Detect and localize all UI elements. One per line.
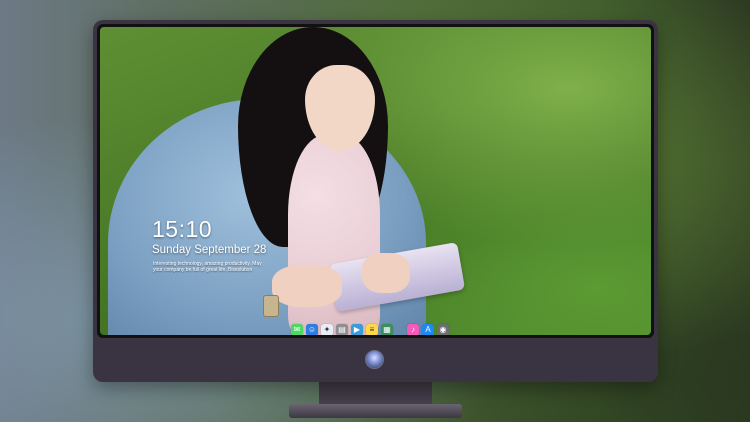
lock-message-line: your company be full of great life. Biss…	[153, 267, 253, 273]
monitor-stand-base	[289, 404, 462, 418]
safari-icon[interactable]: ✦	[321, 324, 333, 335]
camera-icon[interactable]: ◉	[437, 324, 449, 335]
wallpaper-watch	[263, 295, 279, 317]
lock-message: Interesting technology, amazing producti…	[153, 261, 265, 273]
screen-bezel: 15:10 Sunday September 28 Interesting te…	[97, 24, 654, 338]
dock: ✉ ☺ ✦ ▤ ▶ ≡ ▦ ♪ A ◉	[291, 323, 449, 335]
monitor: 15:10 Sunday September 28 Interesting te…	[93, 20, 658, 382]
wallpaper-hand	[362, 253, 410, 293]
media-icon[interactable]: ▶	[351, 324, 363, 335]
finder-icon[interactable]: ☺	[306, 324, 318, 335]
image-icon[interactable]: ▦	[381, 324, 393, 335]
appstore-icon[interactable]: A	[422, 324, 434, 335]
wallpaper-hand	[272, 265, 342, 307]
lock-date: Sunday September 28	[152, 244, 267, 256]
itunes-icon[interactable]: ♪	[407, 324, 419, 335]
lock-clock: 15:10	[152, 216, 213, 242]
keynote-icon[interactable]: ▤	[336, 324, 348, 335]
lock-screen: 15:10 Sunday September 28 Interesting te…	[100, 27, 651, 335]
notes-icon[interactable]: ≡	[366, 324, 378, 335]
messages-icon[interactable]: ✉	[291, 324, 303, 335]
logo-icon	[365, 350, 384, 369]
